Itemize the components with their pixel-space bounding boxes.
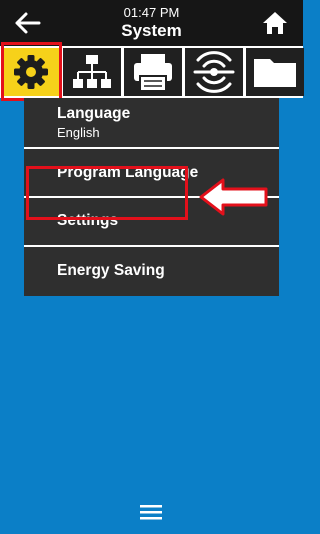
menu-item-energy-saving[interactable]: Energy Saving	[24, 247, 279, 296]
sensor-icon	[193, 51, 235, 93]
tab-storage[interactable]	[246, 48, 304, 96]
home-icon[interactable]	[260, 10, 290, 36]
left-arrow-icon	[199, 178, 268, 216]
clock-time: 01:47 PM	[123, 5, 180, 20]
menu-item-label: Language	[57, 105, 131, 122]
tab-sensors[interactable]	[185, 48, 243, 96]
tab-highlight-box	[1, 42, 62, 101]
tab-network[interactable]	[63, 48, 121, 96]
settings-highlight-box	[26, 166, 188, 220]
menu-item-value: English	[57, 125, 100, 140]
tab-print[interactable]	[124, 48, 182, 96]
printer-icon	[134, 54, 172, 92]
network-icon	[73, 55, 111, 88]
folder-icon	[254, 59, 296, 87]
menu-item-label: Energy Saving	[57, 262, 165, 279]
page-title: System	[121, 21, 182, 40]
menu-item-language[interactable]: Language English	[24, 98, 279, 147]
top-bar: 01:47 PM System	[0, 0, 303, 46]
hamburger-menu-icon[interactable]	[136, 501, 166, 523]
